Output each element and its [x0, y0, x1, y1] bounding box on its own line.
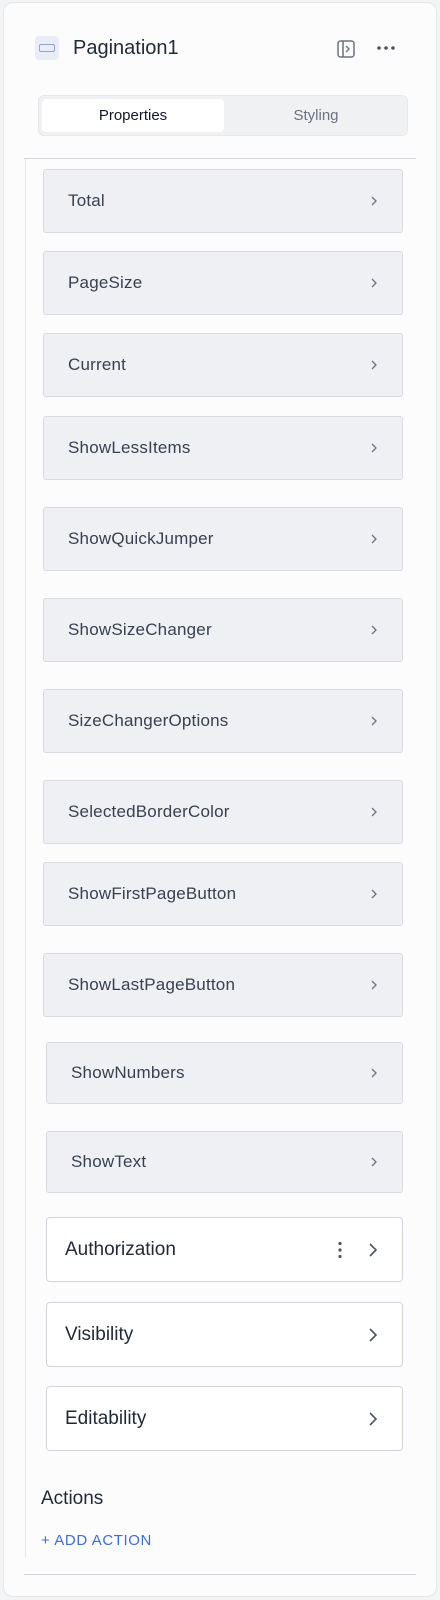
actions-heading: Actions — [41, 1488, 104, 1509]
chevron-right-icon — [371, 534, 377, 544]
chevron-right-icon — [371, 625, 377, 635]
pagination-component-icon — [35, 36, 59, 60]
property-label: PageSize — [68, 273, 143, 292]
dock-panel-icon[interactable] — [336, 39, 356, 59]
section-label: Authorization — [65, 1238, 176, 1260]
section-authorization[interactable]: Authorization — [46, 1217, 403, 1282]
property-row-showlastpagebutton[interactable]: ShowLastPageButton — [43, 953, 403, 1017]
section-label: Editability — [65, 1407, 147, 1429]
property-row-showtext[interactable]: ShowText — [46, 1131, 403, 1193]
component-title: Pagination1 — [73, 37, 179, 59]
chevron-right-icon — [371, 278, 377, 288]
property-label: Total — [68, 191, 105, 210]
header-divider — [24, 158, 416, 159]
property-row-showquickjumper[interactable]: ShowQuickJumper — [43, 507, 403, 571]
chevron-right-icon — [371, 1068, 377, 1078]
chevron-right-icon — [371, 360, 377, 370]
section-editability[interactable]: Editability — [46, 1386, 403, 1451]
chevron-right-icon — [371, 980, 377, 990]
section-label: Visibility — [65, 1323, 134, 1345]
chevron-right-icon — [371, 807, 377, 817]
panel-tabs: Properties Styling — [38, 95, 408, 136]
property-row-current[interactable]: Current — [43, 333, 403, 397]
property-row-showsizechanger[interactable]: ShowSizeChanger — [43, 598, 403, 662]
chevron-right-icon — [371, 889, 377, 899]
property-label: ShowFirstPageButton — [68, 884, 237, 903]
property-label: ShowNumbers — [71, 1063, 185, 1082]
property-row-showfirstpagebutton[interactable]: ShowFirstPageButton — [43, 862, 403, 926]
property-label: SizeChangerOptions — [68, 711, 229, 730]
chevron-right-icon — [369, 1327, 378, 1342]
chevron-right-icon — [371, 1157, 377, 1167]
footer-divider — [24, 1574, 416, 1575]
kebab-menu-icon[interactable] — [338, 1241, 342, 1259]
chevron-right-icon — [371, 443, 377, 453]
section-visibility[interactable]: Visibility — [46, 1302, 403, 1367]
property-label: ShowLessItems — [68, 438, 191, 457]
property-row-pagesize[interactable]: PageSize — [43, 251, 403, 315]
property-label: ShowSizeChanger — [68, 620, 212, 639]
property-label: ShowQuickJumper — [68, 529, 214, 548]
add-action-button[interactable]: + ADD ACTION — [41, 1532, 152, 1549]
chevron-right-icon — [369, 1411, 378, 1426]
property-label: SelectedBorderColor — [68, 802, 230, 821]
content-rail — [25, 159, 26, 1557]
tab-properties[interactable]: Properties — [42, 99, 224, 132]
property-row-sizechangeroptions[interactable]: SizeChangerOptions — [43, 689, 403, 753]
tab-styling[interactable]: Styling — [225, 99, 407, 132]
property-label: ShowLastPageButton — [68, 975, 236, 994]
property-row-total[interactable]: Total — [43, 169, 403, 233]
more-options-icon[interactable] — [375, 37, 397, 59]
chevron-right-icon — [371, 196, 377, 206]
panel-header: Pagination1 — [35, 36, 405, 62]
chevron-right-icon — [369, 1242, 378, 1257]
property-label: ShowText — [71, 1152, 147, 1171]
property-label: Current — [68, 355, 127, 374]
property-row-selectedbordercolor[interactable]: SelectedBorderColor — [43, 780, 403, 844]
property-row-showlessitems[interactable]: ShowLessItems — [43, 416, 403, 480]
chevron-right-icon — [371, 716, 377, 726]
property-row-shownumbers[interactable]: ShowNumbers — [46, 1042, 403, 1104]
